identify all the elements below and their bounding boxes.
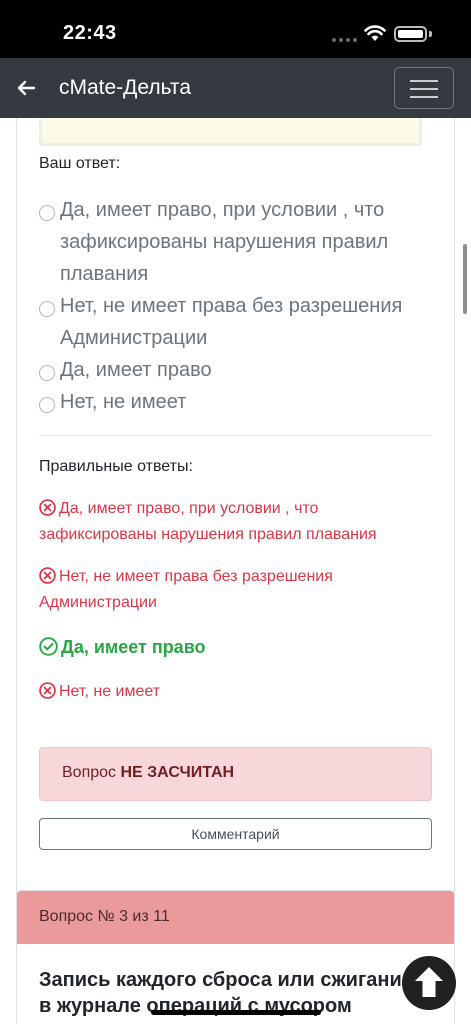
answer-text: зафиксированы нарушения правил плавания — [39, 526, 377, 543]
radio-button[interactable] — [39, 205, 55, 221]
answer-text: Нет, не имеет — [59, 683, 161, 700]
arrow-up-icon — [415, 967, 443, 997]
hamburger-icon — [410, 80, 438, 82]
answer-text: Да, имеет право, при условии , что — [59, 500, 319, 517]
option-text: Да, имеет право, при условии , что — [60, 199, 385, 221]
cellular-signal-icon — [332, 38, 357, 42]
wifi-icon — [364, 25, 386, 41]
check-circle-icon — [39, 637, 58, 656]
battery-icon — [394, 26, 427, 42]
result-prefix: Вопрос — [62, 764, 117, 781]
correct-answers-label: Правильные ответы: — [39, 458, 193, 475]
answer-option[interactable]: Нет, не имеет права без разрешения Админ… — [39, 290, 434, 354]
answer-result-wrong: Нет, не имеет — [39, 679, 439, 705]
scrollbar[interactable] — [463, 244, 467, 314]
radio-button[interactable] — [39, 365, 55, 381]
x-circle-icon — [39, 567, 56, 584]
radio-button[interactable] — [39, 397, 55, 413]
result-status: НЕ ЗАСЧИТАН — [120, 764, 235, 781]
radio-button[interactable] — [39, 301, 55, 317]
answer-text: Администрации — [39, 594, 157, 611]
comment-button[interactable]: Комментарий — [39, 818, 432, 850]
status-time: 22:43 — [63, 22, 117, 44]
status-bar: 22:43 — [0, 0, 471, 58]
answer-result-wrong: Да, имеет право, при условии , что зафик… — [39, 496, 439, 548]
hamburger-icon-line — [410, 96, 438, 98]
option-text: Нет, не имеет — [60, 391, 187, 413]
answer-result-wrong: Нет, не имеет права без разрешения Админ… — [39, 564, 439, 616]
option-text: Администрации — [60, 327, 208, 349]
answer-option[interactable]: Да, имеет право, при условии , что зафик… — [39, 194, 434, 290]
x-circle-icon — [39, 499, 56, 516]
option-text: зафиксированы нарушения правил — [60, 231, 389, 253]
battery-tip — [429, 31, 432, 37]
question-text-line: в журнале операций с мусором — [39, 995, 352, 1017]
navbar: cMate-Дельта — [0, 58, 471, 118]
menu-toggle-button[interactable] — [394, 67, 454, 109]
nav-title: cMate-Дельта — [59, 76, 191, 99]
arrow-left-icon[interactable] — [14, 76, 38, 100]
scroll-to-top-button[interactable] — [402, 956, 456, 1010]
your-answer-label: Ваш ответ: — [39, 155, 121, 172]
home-indicator — [151, 1010, 321, 1015]
next-question-card: Вопрос № 3 из 11 Запись каждого сброса и… — [16, 890, 455, 1024]
hamburger-icon-line — [410, 88, 438, 90]
answer-option[interactable]: Да, имеет право — [39, 354, 434, 386]
option-text: Нет, не имеет права без разрешения — [60, 295, 403, 317]
result-alert: Вопрос НЕ ЗАСЧИТАН — [39, 747, 432, 801]
option-text: плавания — [60, 263, 149, 285]
answer-result-correct: Да, имеет право — [39, 634, 439, 660]
answer-text: Да, имеет право — [61, 637, 206, 657]
option-text: Да, имеет право — [60, 359, 212, 381]
answer-text: Нет, не имеет права без разрешения — [59, 568, 333, 585]
divider — [39, 435, 432, 436]
x-circle-icon — [39, 682, 56, 699]
question-header: Вопрос № 3 из 11 — [17, 891, 454, 944]
answer-option[interactable]: Нет, не имеет — [39, 386, 434, 418]
content-area[interactable]: Ваш ответ: Да, имеет право, при условии … — [0, 118, 471, 1024]
question-image — [39, 118, 422, 146]
question-text-line: Запись каждого сброса или сжигания — [39, 969, 414, 991]
